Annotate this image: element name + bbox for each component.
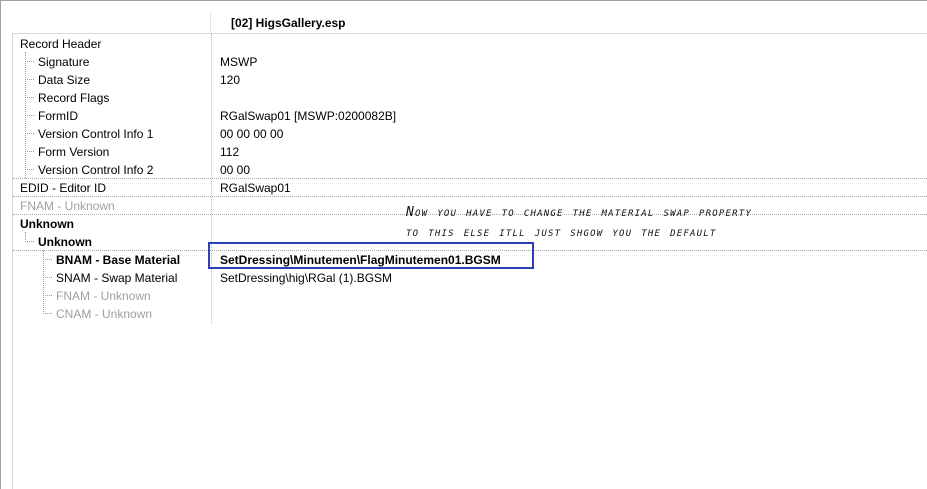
row-label: Version Control Info 1 — [38, 127, 154, 141]
row-label: Version Control Info 2 — [38, 163, 154, 177]
tree-row-version-control-2[interactable]: Version Control Info 2 00 00 — [13, 161, 927, 179]
tree-row-snam[interactable]: SNAM - Swap Material SetDressing\hig\RGa… — [13, 269, 927, 287]
annotation-line-2: to this else itll just shgow you the def… — [406, 225, 717, 240]
tree-row-record-flags[interactable]: Record Flags — [13, 89, 927, 107]
annotation-text: Now you have to change the material swap… — [406, 203, 906, 243]
row-value[interactable]: 00 00 — [220, 161, 250, 179]
tree-row-cnam[interactable]: CNAM - Unknown — [13, 305, 927, 323]
row-value[interactable]: 120 — [220, 71, 240, 89]
tree-row-fnam-child[interactable]: FNAM - Unknown — [13, 287, 927, 305]
plugin-column-title[interactable]: [02] HigsGallery.esp — [231, 12, 346, 34]
row-label: Record Header — [20, 37, 102, 51]
row-value[interactable]: 112 — [220, 143, 239, 161]
row-label: Data Size — [38, 73, 91, 87]
row-label: BNAM - Base Material — [56, 253, 181, 267]
tree-row-formid[interactable]: FormID RGalSwap01 [MSWP:0200082B] — [13, 107, 927, 125]
tree-row-data-size[interactable]: Data Size 120 — [13, 71, 927, 89]
row-label: CNAM - Unknown — [56, 307, 153, 321]
row-value[interactable]: RGalSwap01 [MSWP:0200082B] — [220, 107, 396, 125]
header-divider — [210, 12, 211, 34]
row-label: FNAM - Unknown — [20, 199, 115, 213]
tree-row-signature[interactable]: Signature MSWP — [13, 53, 927, 71]
row-value[interactable]: 00 00 00 00 — [220, 125, 283, 143]
row-label: FormID — [38, 109, 78, 123]
tree-row-form-version[interactable]: Form Version 112 — [13, 143, 927, 161]
base-material-highlight-box — [208, 242, 534, 269]
tree-row-record-header[interactable]: Record Header — [13, 35, 927, 53]
swap-material-value[interactable]: SetDressing\hig\RGal (1).BGSM — [220, 269, 392, 287]
row-label: Form Version — [38, 145, 110, 159]
row-label: SNAM - Swap Material — [56, 271, 178, 285]
row-label: Signature — [38, 55, 90, 69]
row-label: FNAM - Unknown — [56, 289, 151, 303]
row-value[interactable]: RGalSwap01 — [220, 179, 291, 197]
row-label: Record Flags — [38, 91, 110, 105]
row-value[interactable]: MSWP — [220, 53, 257, 71]
row-label: Unknown — [38, 235, 92, 249]
annotation-line-1: Now you have to change the material swap… — [406, 205, 752, 220]
row-label: EDID - Editor ID — [20, 181, 107, 195]
tree-row-edid[interactable]: EDID - Editor ID RGalSwap01 — [13, 179, 927, 197]
column-header: [02] HigsGallery.esp — [12, 12, 927, 34]
tree-row-version-control-1[interactable]: Version Control Info 1 00 00 00 00 — [13, 125, 927, 143]
row-label: Unknown — [20, 217, 74, 231]
